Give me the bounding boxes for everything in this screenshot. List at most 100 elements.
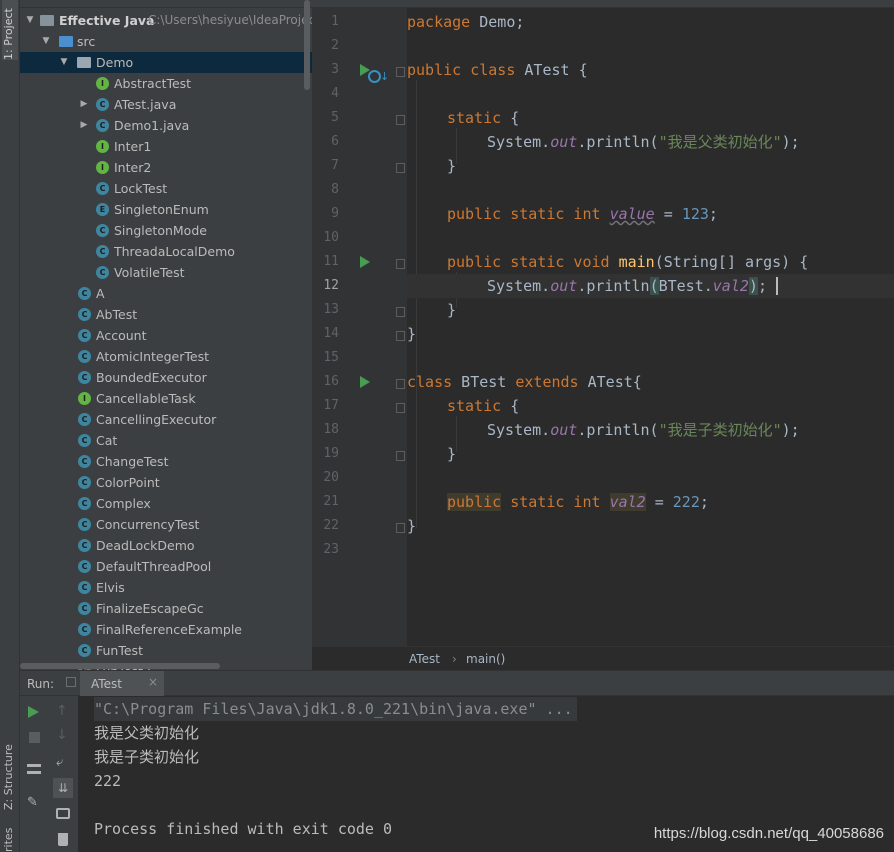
tree-item[interactable]: C VolatileTest	[20, 262, 312, 283]
tree-item[interactable]: E SingletonEnum	[20, 199, 312, 220]
tree-item-label: CancellableTask	[96, 391, 196, 406]
code-token: extends	[515, 373, 579, 391]
run-class-icon[interactable]	[360, 376, 370, 388]
line-number: 13	[323, 302, 339, 317]
tree-package-demo[interactable]: ▼ Demo	[20, 52, 312, 73]
class-icon: C	[78, 497, 91, 510]
console-output-line: 我是子类初始化	[94, 748, 200, 766]
tree-item[interactable]: C ConcurrencyTest	[20, 514, 312, 535]
fold-icon[interactable]	[396, 523, 405, 533]
code-line-11: public static void main(String[] args) {	[447, 250, 894, 274]
scroll-to-end-icon[interactable]: ⇊	[53, 778, 73, 798]
fold-icon[interactable]	[396, 115, 405, 125]
editor-breadcrumbs: ATest › main()	[312, 646, 894, 670]
structure-tool-tab[interactable]: Z: Structure	[2, 720, 18, 810]
line-number: 4	[331, 86, 339, 101]
fold-icon[interactable]	[396, 67, 405, 77]
soft-wrap-icon[interactable]: ⤶	[56, 756, 70, 770]
tree-item[interactable]: C DeadLockDemo	[20, 535, 312, 556]
fold-icon[interactable]	[396, 163, 405, 173]
code-line-13: }	[447, 301, 457, 319]
tree-item[interactable]: C Complex	[20, 493, 312, 514]
tree-item-label: SingletonEnum	[114, 202, 209, 217]
code-token: BTest.	[658, 277, 713, 295]
tree-src-folder[interactable]: ▼ src	[20, 31, 312, 52]
tree-item[interactable]: C SingletonMode	[20, 220, 312, 241]
console-output-line: 我是父类初始化	[94, 724, 200, 742]
tree-item[interactable]: C Elvis	[20, 577, 312, 598]
chevron-right-icon[interactable]: ▶	[78, 94, 90, 115]
code-token: val2	[609, 493, 646, 511]
layout-icon[interactable]	[27, 764, 41, 774]
tree-item[interactable]: CA	[20, 283, 312, 304]
fold-icon[interactable]	[396, 331, 405, 341]
close-icon[interactable]: ×	[148, 675, 158, 689]
code-token: {	[501, 397, 520, 415]
tree-item[interactable]: I AbstractTest	[20, 73, 312, 94]
code-token: out	[550, 421, 578, 439]
tree-item[interactable]: C LockTest	[20, 178, 312, 199]
chevron-down-icon[interactable]: ▼	[58, 52, 70, 73]
project-root-path: C:\Users\hesiyue\IdeaProject	[148, 13, 312, 27]
code-editor[interactable]: package Demo; public class ATest { stati…	[407, 8, 894, 646]
breadcrumb-method[interactable]: main()	[466, 652, 505, 666]
tree-item[interactable]: C FinalReferenceExample	[20, 619, 312, 640]
tree-item-label: VolatileTest	[114, 265, 185, 280]
run-config-icon	[66, 677, 76, 687]
project-vertical-scrollbar[interactable]	[304, 0, 310, 90]
tree-item-label: Demo1.java	[114, 118, 190, 133]
tree-item[interactable]: C FunTest	[20, 640, 312, 661]
tree-item[interactable]: C Account	[20, 325, 312, 346]
trash-icon[interactable]	[58, 833, 68, 846]
tree-item[interactable]: ▶ C Demo1.java	[20, 115, 312, 136]
indent-guide	[416, 80, 417, 528]
tree-item[interactable]: C Cat	[20, 430, 312, 451]
tree-item[interactable]: C AtomicIntegerTest	[20, 346, 312, 367]
code-token: public	[447, 493, 502, 511]
pin-icon[interactable]: ✎	[27, 796, 41, 810]
fold-icon[interactable]	[396, 451, 405, 461]
tree-item[interactable]: ▶ C ATest.java	[20, 94, 312, 115]
tree-item[interactable]: C ChangeTest	[20, 451, 312, 472]
arrow-up-icon[interactable]: ↑	[56, 704, 70, 718]
tree-item[interactable]: C AbTest	[20, 304, 312, 325]
tree-item[interactable]: I Inter1	[20, 136, 312, 157]
tree-item-label: AtomicIntegerTest	[96, 349, 209, 364]
source-folder-icon	[59, 36, 73, 47]
class-icon: C	[78, 602, 91, 615]
breadcrumb-class[interactable]: ATest	[409, 652, 440, 666]
arrow-down-icon[interactable]: ↓	[56, 728, 70, 742]
tree-item[interactable]: C CancellingExecutor	[20, 409, 312, 430]
tree-item[interactable]: I CancellableTask	[20, 388, 312, 409]
project-tool-window: ▼ Effective Java C:\Users\hesiyue\IdeaPr…	[20, 0, 312, 670]
favorites-tool-tab[interactable]: rites	[2, 820, 18, 852]
chevron-down-icon[interactable]: ▼	[40, 31, 52, 52]
fold-icon[interactable]	[396, 403, 405, 413]
print-icon[interactable]	[56, 808, 70, 819]
fold-icon[interactable]	[396, 379, 405, 389]
code-token: System.	[487, 277, 551, 295]
fold-icon[interactable]	[396, 259, 405, 269]
run-main-icon[interactable]	[360, 256, 370, 268]
tree-item[interactable]: C ThreadaLocalDemo	[20, 241, 312, 262]
rerun-icon[interactable]	[28, 706, 39, 718]
chevron-down-icon[interactable]: ▼	[24, 10, 36, 31]
tree-item[interactable]: I Inter2	[20, 157, 312, 178]
stop-icon[interactable]	[29, 732, 40, 743]
code-line-3: public class ATest {	[407, 58, 894, 82]
code-line-14: }	[407, 325, 417, 343]
fold-icon[interactable]	[396, 307, 405, 317]
project-tool-tab[interactable]: 1: Project	[2, 0, 18, 60]
project-horizontal-scrollbar[interactable]	[20, 663, 220, 669]
class-icon: C	[78, 413, 91, 426]
tree-item[interactable]: C ColorPoint	[20, 472, 312, 493]
code-line-19: }	[447, 445, 457, 463]
tree-item[interactable]: C BoundedExecutor	[20, 367, 312, 388]
run-tab-atest[interactable]: ATest ×	[66, 671, 164, 696]
code-token: ATest {	[515, 61, 588, 79]
tree-item[interactable]: C DefaultThreadPool	[20, 556, 312, 577]
chevron-right-icon[interactable]: ▶	[78, 115, 90, 136]
tree-item[interactable]: C FinalizeEscapeGc	[20, 598, 312, 619]
tree-root-project[interactable]: ▼ Effective Java C:\Users\hesiyue\IdeaPr…	[20, 10, 312, 31]
line-number: 1	[331, 14, 339, 29]
